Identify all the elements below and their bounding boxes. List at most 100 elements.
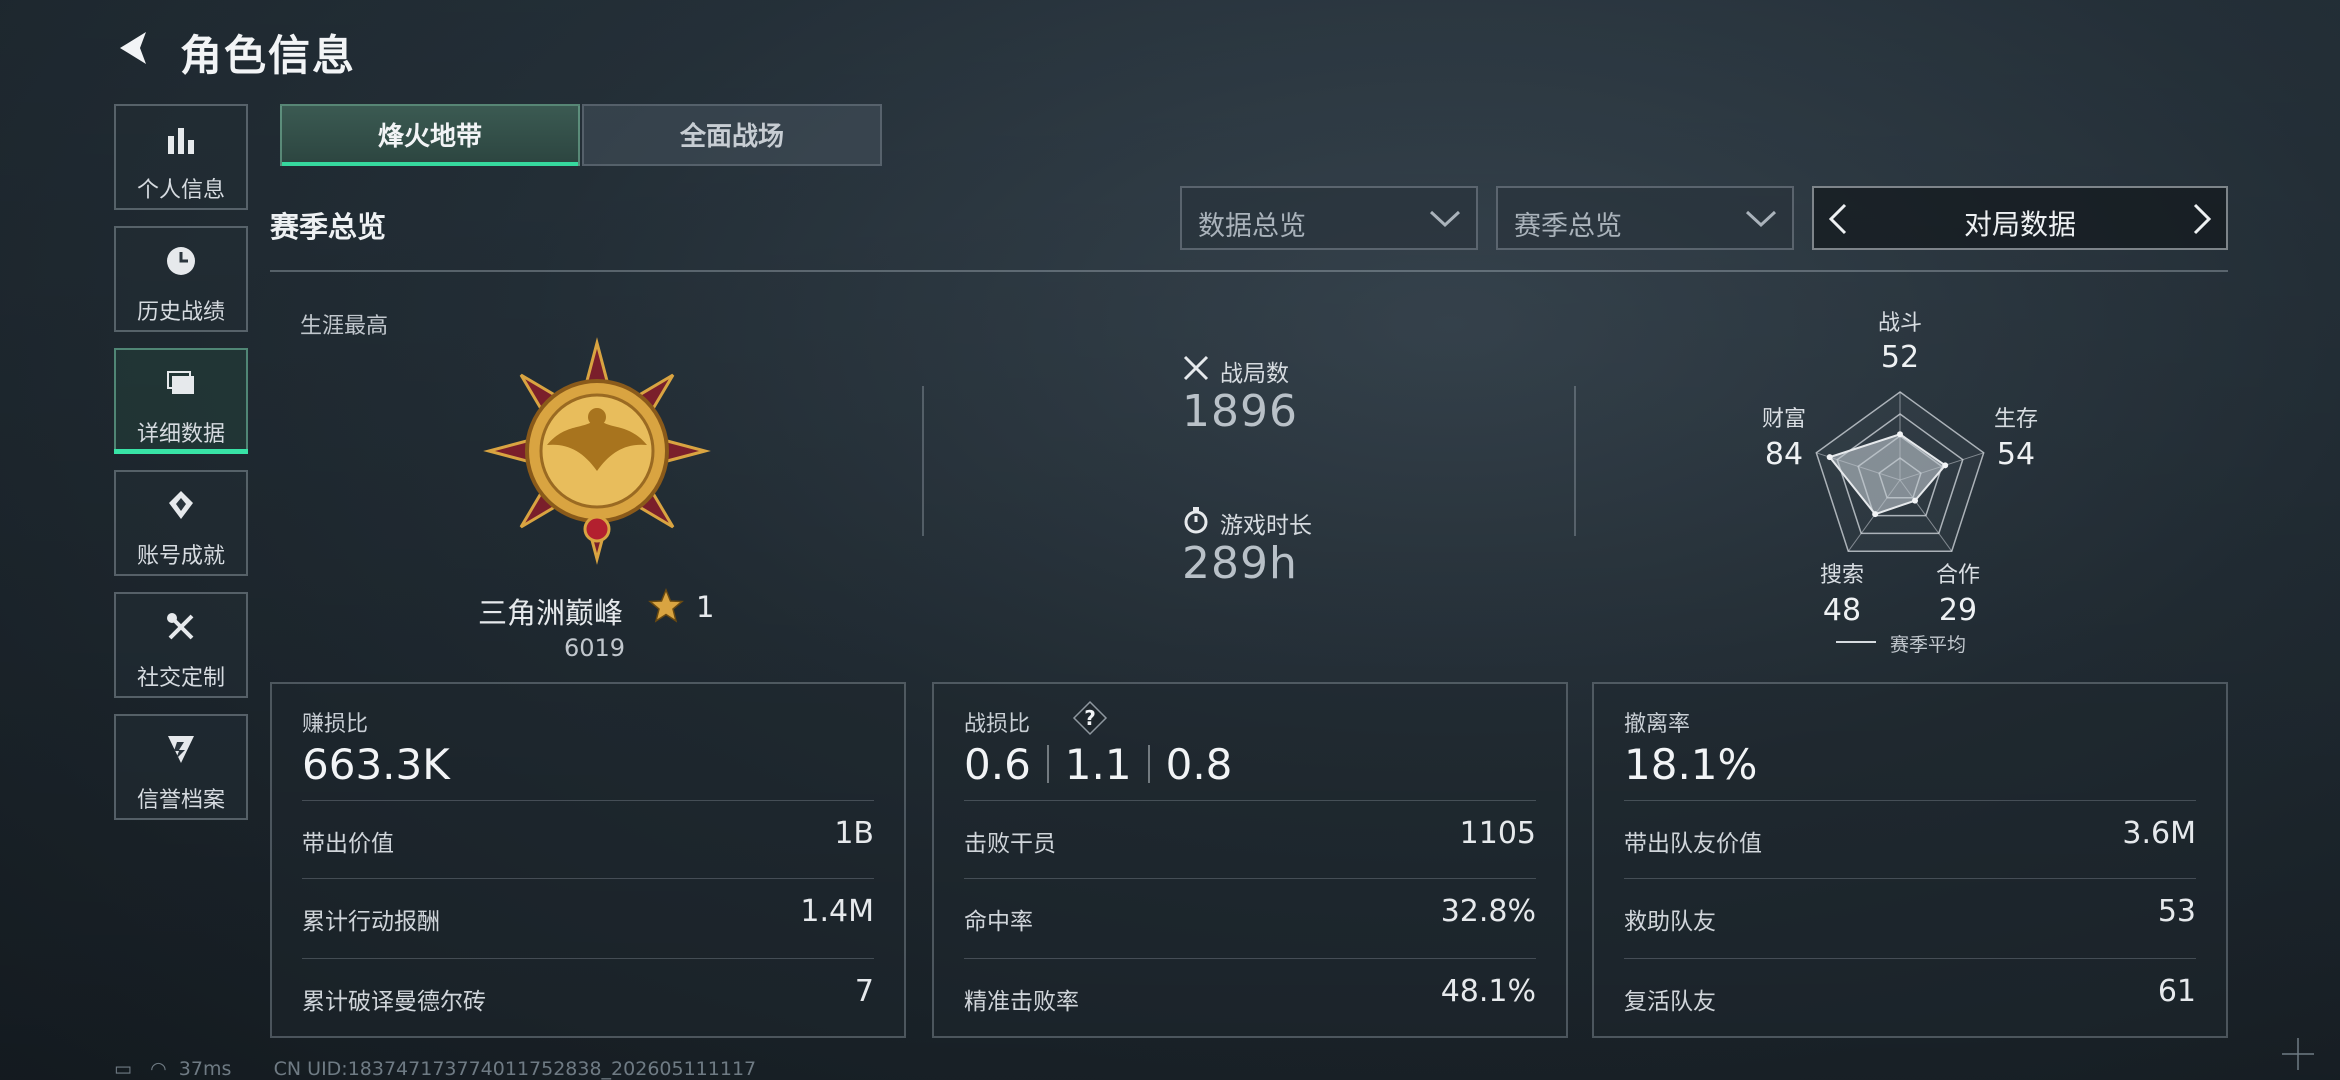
help-glyph: ? [1084,706,1096,730]
row-label: 带出价值 [302,831,394,857]
bar-chart-icon [168,128,194,154]
clock-icon [167,247,195,275]
card-main-value: 663.3K [302,740,450,789]
kd-ratio-value: 0.6 [964,740,1031,789]
row-value: 61 [2157,974,2196,1009]
chevron-right-icon[interactable] [2190,202,2214,236]
kd-card: 战损比 ? 0.6 1.1 0.8 击败干员 1105 命中率 32.8% 精准击败… [932,682,1568,1038]
row-divider [302,958,874,959]
ratio-separator [1147,745,1150,783]
page-title: 角色信息 [180,31,357,80]
row-divider [964,878,1536,879]
row-divider [302,878,874,879]
active-indicator [114,449,248,454]
row-label: 救助队友 [1624,909,1716,935]
row-value: 32.8% [1440,894,1536,929]
row-label: 累计破译曼德尔砖 [302,989,486,1015]
sidebar-item-history[interactable]: 历史战绩 [114,226,248,332]
battery-icon: ▭ [114,1058,132,1080]
row-divider [1624,878,2196,879]
tab-label: 全面战场 [679,122,784,152]
rank-medal-icon [483,337,711,565]
radar-axis-label: 战斗 [1878,311,1922,336]
achievement-icon [169,491,193,519]
rank-star-level: 1 [696,590,715,624]
playtime-label: 游戏时长 [1220,513,1312,539]
tab-label: 烽火地带 [377,122,482,152]
row-value: 1105 [1459,816,1536,851]
tab-firezone[interactable]: 烽火地带 [280,104,580,166]
radar-data-point [1872,511,1879,518]
sidebar-item-achievements[interactable]: 账号成就 [114,470,248,576]
sidebar-item-personal-info[interactable]: 个人信息 [114,104,248,210]
row-label: 带出队友价值 [1624,831,1762,857]
chevron-down-icon [1429,210,1461,228]
radar-axis-value: 84 [1765,437,1803,472]
section-divider [270,270,2228,272]
rank-score: 6019 [564,634,626,662]
row-label: 精准击败率 [964,989,1079,1015]
radar-axis-label: 搜索 [1820,563,1864,588]
vertical-separator [1574,386,1576,536]
dropdown-value: 赛季总览 [1514,211,1622,242]
sidebar-item-reputation[interactable]: 信誉档案 [114,714,248,820]
row-label: 命中率 [964,909,1033,935]
wifi-icon: ◠ [150,1058,167,1080]
radar-axis-label: 生存 [1994,407,2038,432]
row-divider [1624,958,2196,959]
help-icon[interactable]: ? [1072,700,1108,736]
section-title: 赛季总览 [270,210,387,244]
radar-data-point [1897,431,1903,438]
radar-data-point [1942,462,1949,469]
radar-legend-label: 赛季平均 [1890,634,1967,656]
card-title: 战损比 [964,712,1031,737]
back-arrow-icon[interactable] [112,26,156,70]
star-icon [648,588,684,623]
row-divider [964,958,1536,959]
stopwatch-icon [1184,507,1208,534]
card-title: 赚损比 [302,712,369,737]
radar-axis-label: 合作 [1936,563,1980,588]
radar-axis-label: 财富 [1762,407,1806,432]
row-value: 3.6M [2122,816,2196,851]
data-select-dropdown[interactable]: 数据总览 [1180,186,1478,250]
sidebar-item-detailed-data[interactable]: 详细数据 [114,348,248,454]
legend-line [1836,641,1876,643]
sidebar-item-social[interactable]: 社交定制 [114,592,248,698]
tools-icon [167,613,194,640]
sidebar-item-label: 个人信息 [136,178,225,203]
crossed-swords-icon [1183,355,1209,381]
dropdown-value: 数据总览 [1198,211,1306,242]
tab-full-battlefield[interactable]: 全面战场 [582,104,882,166]
radar-data-point [1826,454,1833,461]
sidebar-item-label: 详细数据 [136,422,225,447]
sidebar-item-label: 信誉档案 [136,788,225,813]
view-switcher[interactable]: 对局数据 [1812,186,2228,250]
kd-ratio-value: 1.1 [1064,740,1132,789]
row-divider [1624,800,2196,801]
radar-axis-value: 54 [1997,437,2035,472]
row-value: 1B [834,816,874,851]
corner-crosshair-icon [2282,1038,2314,1070]
sidebar-item-label: 社交定制 [136,666,225,691]
radar-axis-value: 52 [1881,340,1919,375]
ability-radar-chart: 战斗 52 生存 54 合作 29 搜索 48 财富 84 [1762,311,2038,628]
row-label: 累计行动报酬 [302,909,440,935]
career-best-label: 生涯最高 [300,314,389,339]
ping-value: 37ms [178,1058,232,1080]
sidebar-item-label: 账号成就 [136,544,225,569]
row-divider [964,800,1536,801]
row-divider [302,800,874,801]
ratio-separator [1046,745,1049,783]
card-main-value: 18.1% [1624,740,1758,789]
radar-axis-value: 48 [1823,593,1861,628]
radar-axis-value: 29 [1939,593,1977,628]
radar-data-point [1912,497,1919,504]
status-bar: ▭ ◠ 37ms CN UID:18374717377401175283​8_2… [114,1058,756,1080]
shield-icon [168,736,194,763]
row-label: 复活队友 [1624,989,1716,1015]
season-select-dropdown[interactable]: 赛季总览 [1496,186,1794,250]
card-title: 撤离率 [1624,712,1691,737]
uid-text: CN UID:18374717377401175283​8_2026051111… [273,1058,757,1080]
active-underline [282,162,578,166]
